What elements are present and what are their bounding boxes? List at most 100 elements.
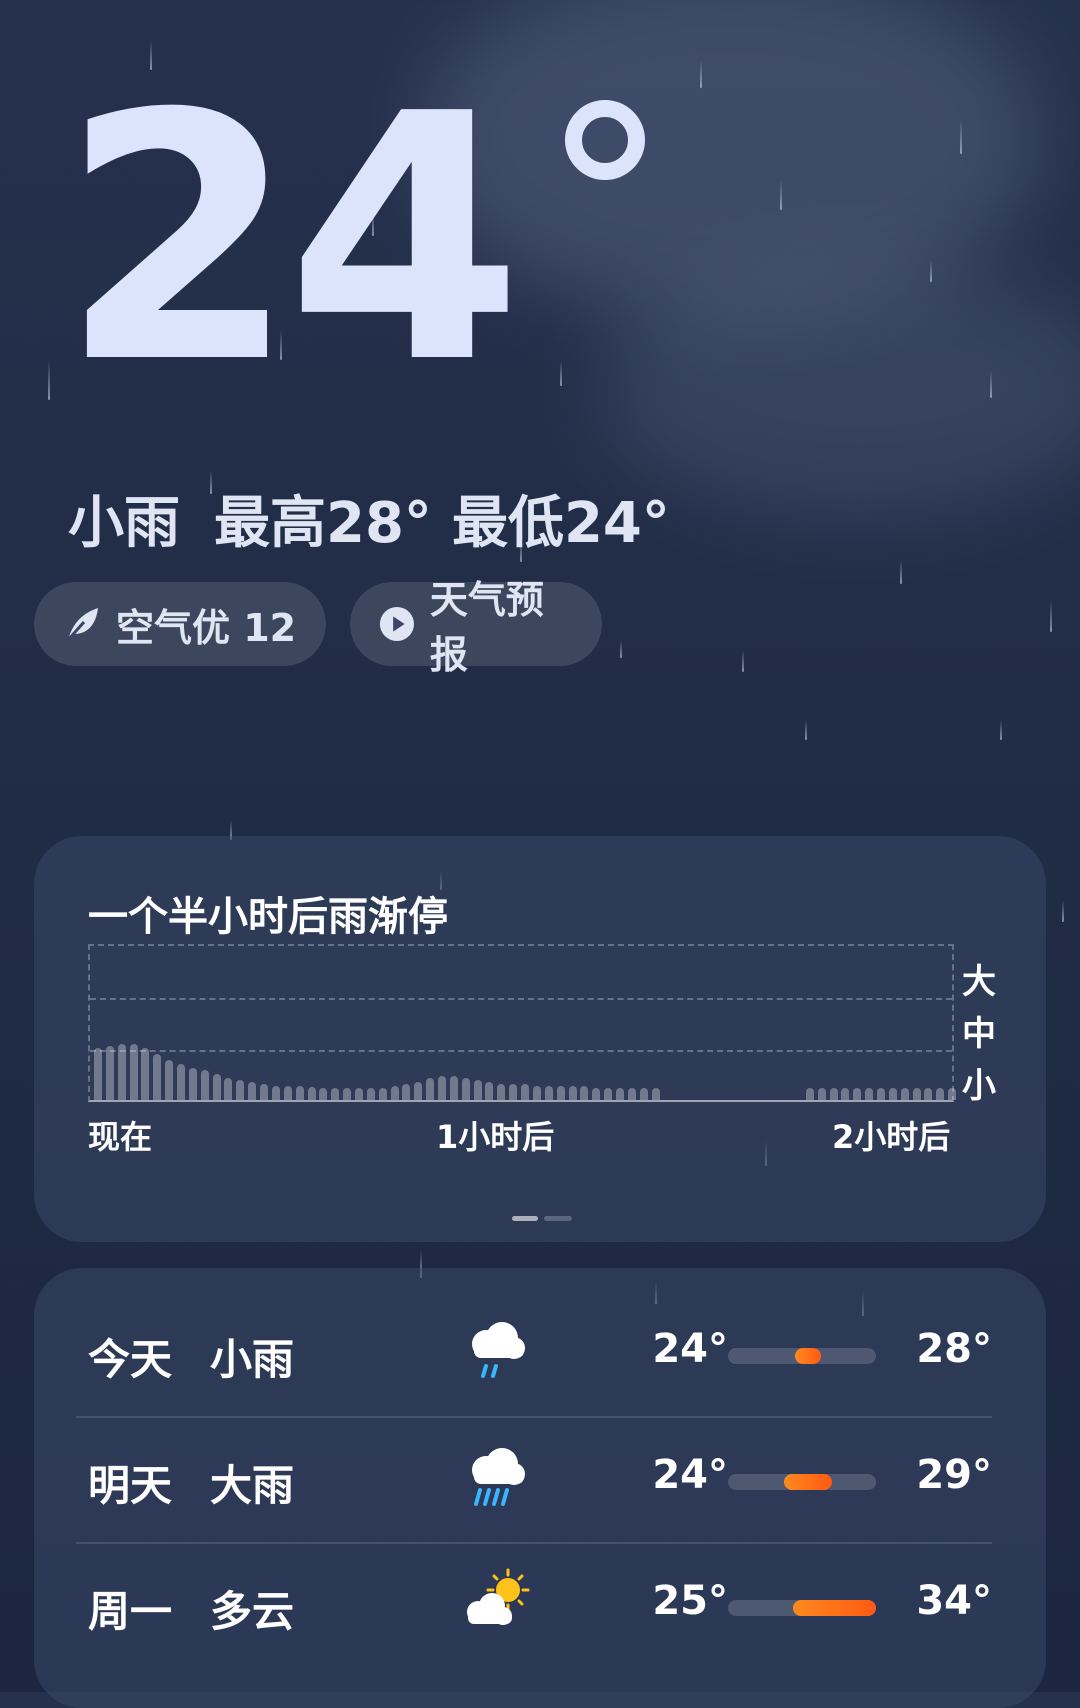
precipitation-bar	[426, 1078, 435, 1100]
precipitation-bar	[212, 1074, 221, 1100]
forecast-row-tomorrow[interactable]: 明天 大雨 24° 29°	[88, 1418, 994, 1542]
weather-forecast-chip[interactable]: 天气预报	[350, 578, 602, 677]
precipitation-bar	[604, 1088, 613, 1100]
rain-streak	[1062, 900, 1064, 922]
leaf-icon	[66, 608, 98, 641]
y-label-light: 小	[962, 1066, 996, 1106]
temperature-range-track	[728, 1600, 876, 1616]
forecast-day: 今天	[88, 1335, 173, 1384]
precipitation-bar	[817, 1088, 826, 1100]
air-quality-label: 空气优 12	[116, 605, 297, 650]
forecast-condition: 小雨	[210, 1335, 295, 1384]
rain-streak	[620, 640, 622, 658]
precipitation-bar	[402, 1084, 411, 1100]
precipitation-bar	[224, 1078, 233, 1100]
rain-streak	[780, 180, 782, 210]
precipitation-bar	[260, 1084, 269, 1100]
precipitation-bar	[319, 1088, 328, 1100]
x-label-now: 现在	[88, 1118, 153, 1156]
gridline	[90, 998, 952, 1000]
temperature-range-track	[728, 1474, 876, 1490]
precipitation-bar	[912, 1088, 921, 1100]
forecast-condition: 大雨	[210, 1461, 295, 1510]
page-indicator-active[interactable]	[512, 1216, 538, 1221]
forecast-low: 24°	[652, 1326, 728, 1372]
forecast-row-monday[interactable]: 周一 多云 25° 34°	[88, 1544, 994, 1668]
x-label-2h: 2小时后	[832, 1118, 951, 1156]
precipitation-bar	[485, 1082, 494, 1100]
rain-streak	[990, 370, 992, 398]
precipitation-bar	[509, 1084, 518, 1100]
precipitation-bar	[888, 1088, 897, 1100]
precipitation-bar	[248, 1082, 257, 1100]
rain-streak	[960, 120, 962, 154]
precipitation-bar	[449, 1076, 458, 1100]
precipitation-bar	[556, 1086, 565, 1100]
precipitation-bar	[627, 1088, 636, 1100]
forecast-condition: 多云	[210, 1587, 295, 1636]
rain-streak	[900, 560, 902, 584]
forecast-high: 29°	[916, 1452, 992, 1498]
precipitation-bar	[177, 1064, 186, 1100]
precipitation-bar	[307, 1087, 316, 1100]
rain-streak	[930, 260, 932, 282]
precipitation-bar	[473, 1080, 482, 1100]
forecast-low: 24°	[652, 1452, 728, 1498]
precipitation-bar	[438, 1076, 447, 1100]
temperature-range-fill	[784, 1474, 832, 1490]
forecast-day: 周一	[88, 1587, 173, 1636]
precipitation-bar	[94, 1048, 102, 1100]
precipitation-bar	[117, 1044, 126, 1100]
precipitation-bar	[153, 1054, 162, 1100]
forecast-high: 34°	[916, 1578, 992, 1624]
precipitation-bar	[865, 1088, 874, 1100]
precipitation-bar	[841, 1088, 850, 1100]
precipitation-bar	[876, 1088, 885, 1100]
y-label-heavy: 大	[962, 962, 996, 1002]
precipitation-bar	[271, 1086, 280, 1100]
x-label-1h: 1小时后	[436, 1118, 555, 1156]
heavy-rain-icon	[472, 1448, 525, 1506]
precipitation-bar	[105, 1046, 114, 1100]
weather-forecast-label: 天气预报	[429, 578, 544, 677]
high-temperature: 最高28°	[214, 491, 432, 556]
precipitation-bar	[354, 1088, 363, 1100]
light-rain-icon	[472, 1322, 525, 1378]
precipitation-bar	[295, 1086, 304, 1100]
precipitation-bar	[532, 1086, 541, 1100]
precipitation-bar	[331, 1088, 340, 1100]
forecast-day: 明天	[88, 1461, 173, 1510]
precipitation-bar	[141, 1048, 150, 1100]
temperature-range-fill	[794, 1348, 822, 1364]
precipitation-bar	[936, 1088, 945, 1100]
precipitation-bar	[805, 1088, 814, 1100]
precipitation-bar	[592, 1088, 601, 1100]
forecast-row-today[interactable]: 今天 小雨 24° 28°	[88, 1292, 994, 1416]
current-condition: 小雨	[68, 491, 180, 556]
precipitation-bar	[900, 1088, 909, 1100]
precipitation-bar	[461, 1078, 470, 1100]
condition-summary: 小雨 最高28° 最低24°	[68, 478, 670, 559]
precipitation-chart	[88, 944, 957, 1102]
precipitation-bar	[283, 1086, 292, 1100]
rain-streak	[1000, 720, 1002, 740]
precipitation-bar	[414, 1082, 423, 1100]
weather-app-screen: { "current": { "temperature": "24", "con…	[0, 0, 1080, 1708]
air-quality-chip[interactable]: 空气优 12	[34, 582, 326, 666]
precipitation-bar	[165, 1060, 174, 1100]
current-temperature: 24	[60, 42, 523, 438]
precipitation-bar	[521, 1084, 530, 1100]
precipitation-bar	[497, 1084, 506, 1100]
rain-streak	[48, 360, 50, 400]
precipitation-bar	[188, 1068, 197, 1100]
precipitation-bar	[615, 1088, 624, 1100]
precipitation-bar	[129, 1044, 138, 1100]
rain-streak	[805, 720, 807, 740]
forecast-high: 28°	[916, 1326, 992, 1372]
precipitation-bar	[544, 1086, 553, 1100]
rain-streak	[1050, 600, 1052, 632]
page-indicator[interactable]	[544, 1216, 572, 1221]
rain-streak	[742, 650, 744, 672]
forecast-low: 25°	[652, 1578, 728, 1624]
partly-cloudy-icon	[467, 1568, 530, 1625]
